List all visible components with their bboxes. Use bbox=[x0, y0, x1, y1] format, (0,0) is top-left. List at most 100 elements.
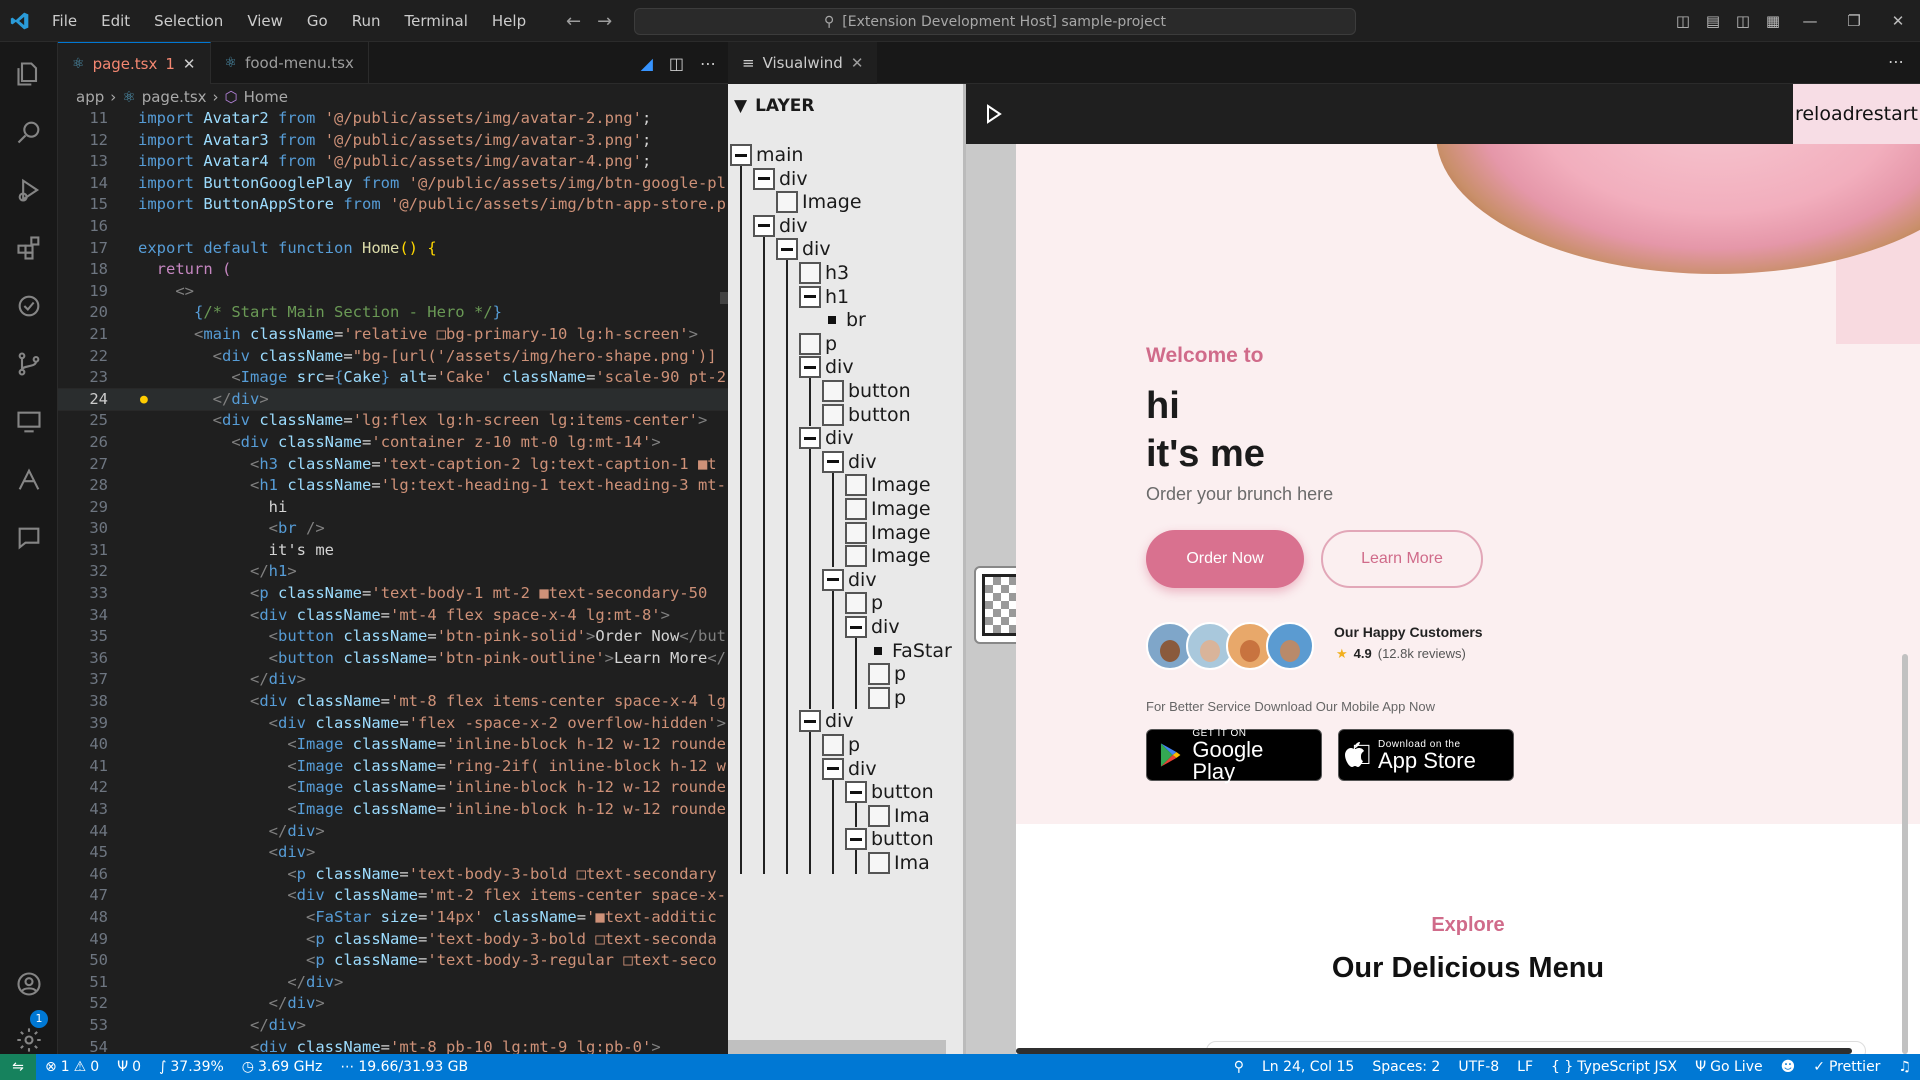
checkbox-icon[interactable] bbox=[845, 545, 867, 568]
layer-node[interactable]: button bbox=[822, 378, 911, 404]
app-store-button[interactable]:  Download on theApp Store bbox=[1338, 729, 1514, 781]
checkbox-icon[interactable] bbox=[845, 592, 867, 615]
code-line[interactable]: 43 <Image className='inline-block h-12 w… bbox=[58, 799, 728, 821]
prettier-status[interactable]: ✓ Prettier bbox=[1804, 1059, 1889, 1075]
minimize-icon[interactable]: — bbox=[1788, 12, 1832, 30]
layer-node[interactable]: Ima bbox=[868, 803, 930, 829]
code-line[interactable]: 32 </h1> bbox=[58, 561, 728, 583]
toggle-panel-icon[interactable]: ▤ bbox=[1698, 12, 1728, 30]
layer-node[interactable]: div bbox=[822, 449, 877, 475]
tab-visualwind[interactable]: ≡ Visualwind ✕ bbox=[728, 41, 878, 84]
code-line[interactable]: 30 <br /> bbox=[58, 518, 728, 540]
layer-node[interactable]: div bbox=[799, 708, 854, 734]
checkbox-icon[interactable] bbox=[845, 498, 867, 520]
extensions-icon[interactable] bbox=[11, 230, 47, 266]
code-line[interactable]: 36 <button className='btn-pink-outline'>… bbox=[58, 648, 728, 670]
code-line[interactable]: 39 <div className='flex -space-x-2 overf… bbox=[58, 713, 728, 735]
forward-arrow-icon[interactable]: → bbox=[597, 11, 612, 32]
breadcrumb-symbol[interactable]: Home bbox=[244, 88, 288, 106]
manage-gear-icon[interactable] bbox=[11, 1022, 47, 1058]
collapse-icon[interactable] bbox=[776, 238, 798, 261]
close-tab-icon[interactable]: ✕ bbox=[851, 54, 864, 72]
menu-run[interactable]: Run bbox=[340, 0, 393, 42]
code-line[interactable]: 16 bbox=[58, 216, 728, 238]
checkbox-icon[interactable] bbox=[799, 262, 821, 284]
restore-icon[interactable]: ❐ bbox=[1832, 12, 1876, 30]
language-mode[interactable]: { } TypeScript JSX bbox=[1542, 1059, 1686, 1075]
end-of-line[interactable]: LF bbox=[1508, 1059, 1542, 1075]
code-line[interactable]: 51 </div> bbox=[58, 972, 728, 994]
customize-layout-icon[interactable]: ▦ bbox=[1758, 12, 1788, 30]
source-control-icon[interactable] bbox=[11, 346, 47, 382]
explorer-icon[interactable] bbox=[11, 56, 47, 92]
split-editor-icon[interactable]: ◫ bbox=[669, 54, 684, 73]
collapse-icon[interactable] bbox=[753, 214, 775, 237]
menu-selection[interactable]: Selection bbox=[142, 0, 235, 42]
visualwind-pick-icon[interactable]: ◢ bbox=[641, 54, 653, 73]
layer-node[interactable]: h1 bbox=[799, 284, 849, 310]
checkbox-icon[interactable] bbox=[822, 734, 844, 756]
testing-icon[interactable] bbox=[11, 288, 47, 324]
layer-node[interactable]: p bbox=[868, 685, 906, 711]
code-line[interactable]: 11 import Avatar2 from '@/public/assets/i… bbox=[58, 108, 728, 130]
back-arrow-icon[interactable]: ← bbox=[566, 11, 581, 32]
code-line[interactable]: 42 <Image className='inline-block h-12 w… bbox=[58, 777, 728, 799]
collapse-icon[interactable] bbox=[799, 427, 821, 450]
collapse-icon[interactable] bbox=[799, 710, 821, 733]
collapse-icon[interactable] bbox=[845, 616, 867, 638]
layer-node[interactable]: div bbox=[753, 166, 808, 192]
reload-button[interactable]: reload bbox=[1795, 103, 1855, 125]
code-line[interactable]: 24 ● </div> bbox=[58, 387, 728, 412]
code-line[interactable]: 33 <p className='text-body-1 mt-2 ■text-… bbox=[58, 583, 728, 605]
code-line[interactable]: 13 import Avatar4 from '@/public/assets/i… bbox=[58, 151, 728, 173]
code-line[interactable]: 27 <h3 className='text-caption-2 lg:text… bbox=[58, 454, 728, 476]
code-line[interactable]: 47 <div className='mt-2 flex items-cente… bbox=[58, 885, 728, 907]
remote-indicator-icon[interactable]: ⇋ bbox=[0, 1054, 36, 1080]
run-debug-icon[interactable] bbox=[11, 172, 47, 208]
layer-node[interactable]: Ima bbox=[868, 850, 930, 876]
checkbox-icon[interactable] bbox=[845, 521, 867, 544]
checkbox-icon[interactable] bbox=[822, 380, 844, 402]
code-line[interactable]: 26 <div className='container z-10 mt-0 l… bbox=[58, 432, 728, 454]
code-line[interactable]: 21 <main className='relative □bg-primary… bbox=[58, 324, 728, 346]
code-line[interactable]: 38 <div className='mt-8 flex items-cente… bbox=[58, 691, 728, 713]
checkbox-icon[interactable] bbox=[776, 191, 798, 214]
problems-status[interactable]: ⊗ 1 ⚠ 0 bbox=[36, 1059, 108, 1075]
play-icon[interactable] bbox=[986, 104, 1002, 124]
toggle-sidebar-icon[interactable]: ◫ bbox=[1668, 12, 1698, 30]
indentation[interactable]: Spaces: 2 bbox=[1363, 1059, 1449, 1075]
breadcrumb-file[interactable]: page.tsx bbox=[142, 88, 207, 106]
menu-terminal[interactable]: Terminal bbox=[393, 0, 480, 42]
code-line[interactable]: 29 hi bbox=[58, 497, 728, 519]
code-line[interactable]: 15 import ButtonAppStore from '@/public/a… bbox=[58, 194, 728, 216]
learn-more-button[interactable]: Learn More bbox=[1321, 530, 1483, 588]
breadcrumb-app[interactable]: app bbox=[76, 88, 104, 106]
code-line[interactable]: 53 </div> bbox=[58, 1015, 728, 1037]
notifications-bell-icon[interactable]: ♫ bbox=[1889, 1059, 1920, 1075]
code-line[interactable]: 54 <div className='mt-8 pb-10 lg:mt-9 lg… bbox=[58, 1037, 728, 1054]
command-center[interactable]: ⚲ [Extension Development Host] sample-pr… bbox=[634, 8, 1356, 35]
collapse-icon[interactable] bbox=[845, 781, 867, 804]
google-play-button[interactable]: GET IT ON Google Play bbox=[1146, 728, 1322, 782]
menu-view[interactable]: View bbox=[235, 0, 295, 42]
layer-node[interactable]: FaStar bbox=[868, 638, 952, 664]
code-line[interactable]: 44 </div> bbox=[58, 821, 728, 843]
code-editor[interactable]: 11 import Avatar2 from '@/public/assets/i… bbox=[58, 108, 728, 1054]
code-line[interactable]: 35 <button className='btn-pink-solid'>Or… bbox=[58, 626, 728, 648]
cursor-position[interactable]: Ln 24, Col 15 bbox=[1253, 1059, 1363, 1075]
layer-node[interactable]: div bbox=[799, 425, 854, 451]
layer-node[interactable]: div bbox=[845, 614, 900, 640]
checkbox-icon[interactable] bbox=[799, 332, 821, 355]
layer-node[interactable]: button bbox=[845, 779, 934, 805]
search-icon[interactable] bbox=[11, 114, 47, 150]
checkbox-icon[interactable] bbox=[845, 474, 867, 497]
checkbox-icon[interactable] bbox=[868, 804, 890, 827]
restart-button[interactable]: restart bbox=[1855, 103, 1918, 125]
layer-node[interactable]: Image bbox=[845, 472, 931, 498]
layer-node[interactable]: div bbox=[822, 567, 877, 593]
checkbox-icon[interactable] bbox=[868, 686, 890, 709]
layer-node[interactable]: div bbox=[799, 354, 854, 380]
collapse-icon[interactable] bbox=[822, 757, 844, 780]
layer-node[interactable]: br bbox=[822, 307, 866, 333]
leaf-dot-icon[interactable] bbox=[828, 316, 836, 325]
